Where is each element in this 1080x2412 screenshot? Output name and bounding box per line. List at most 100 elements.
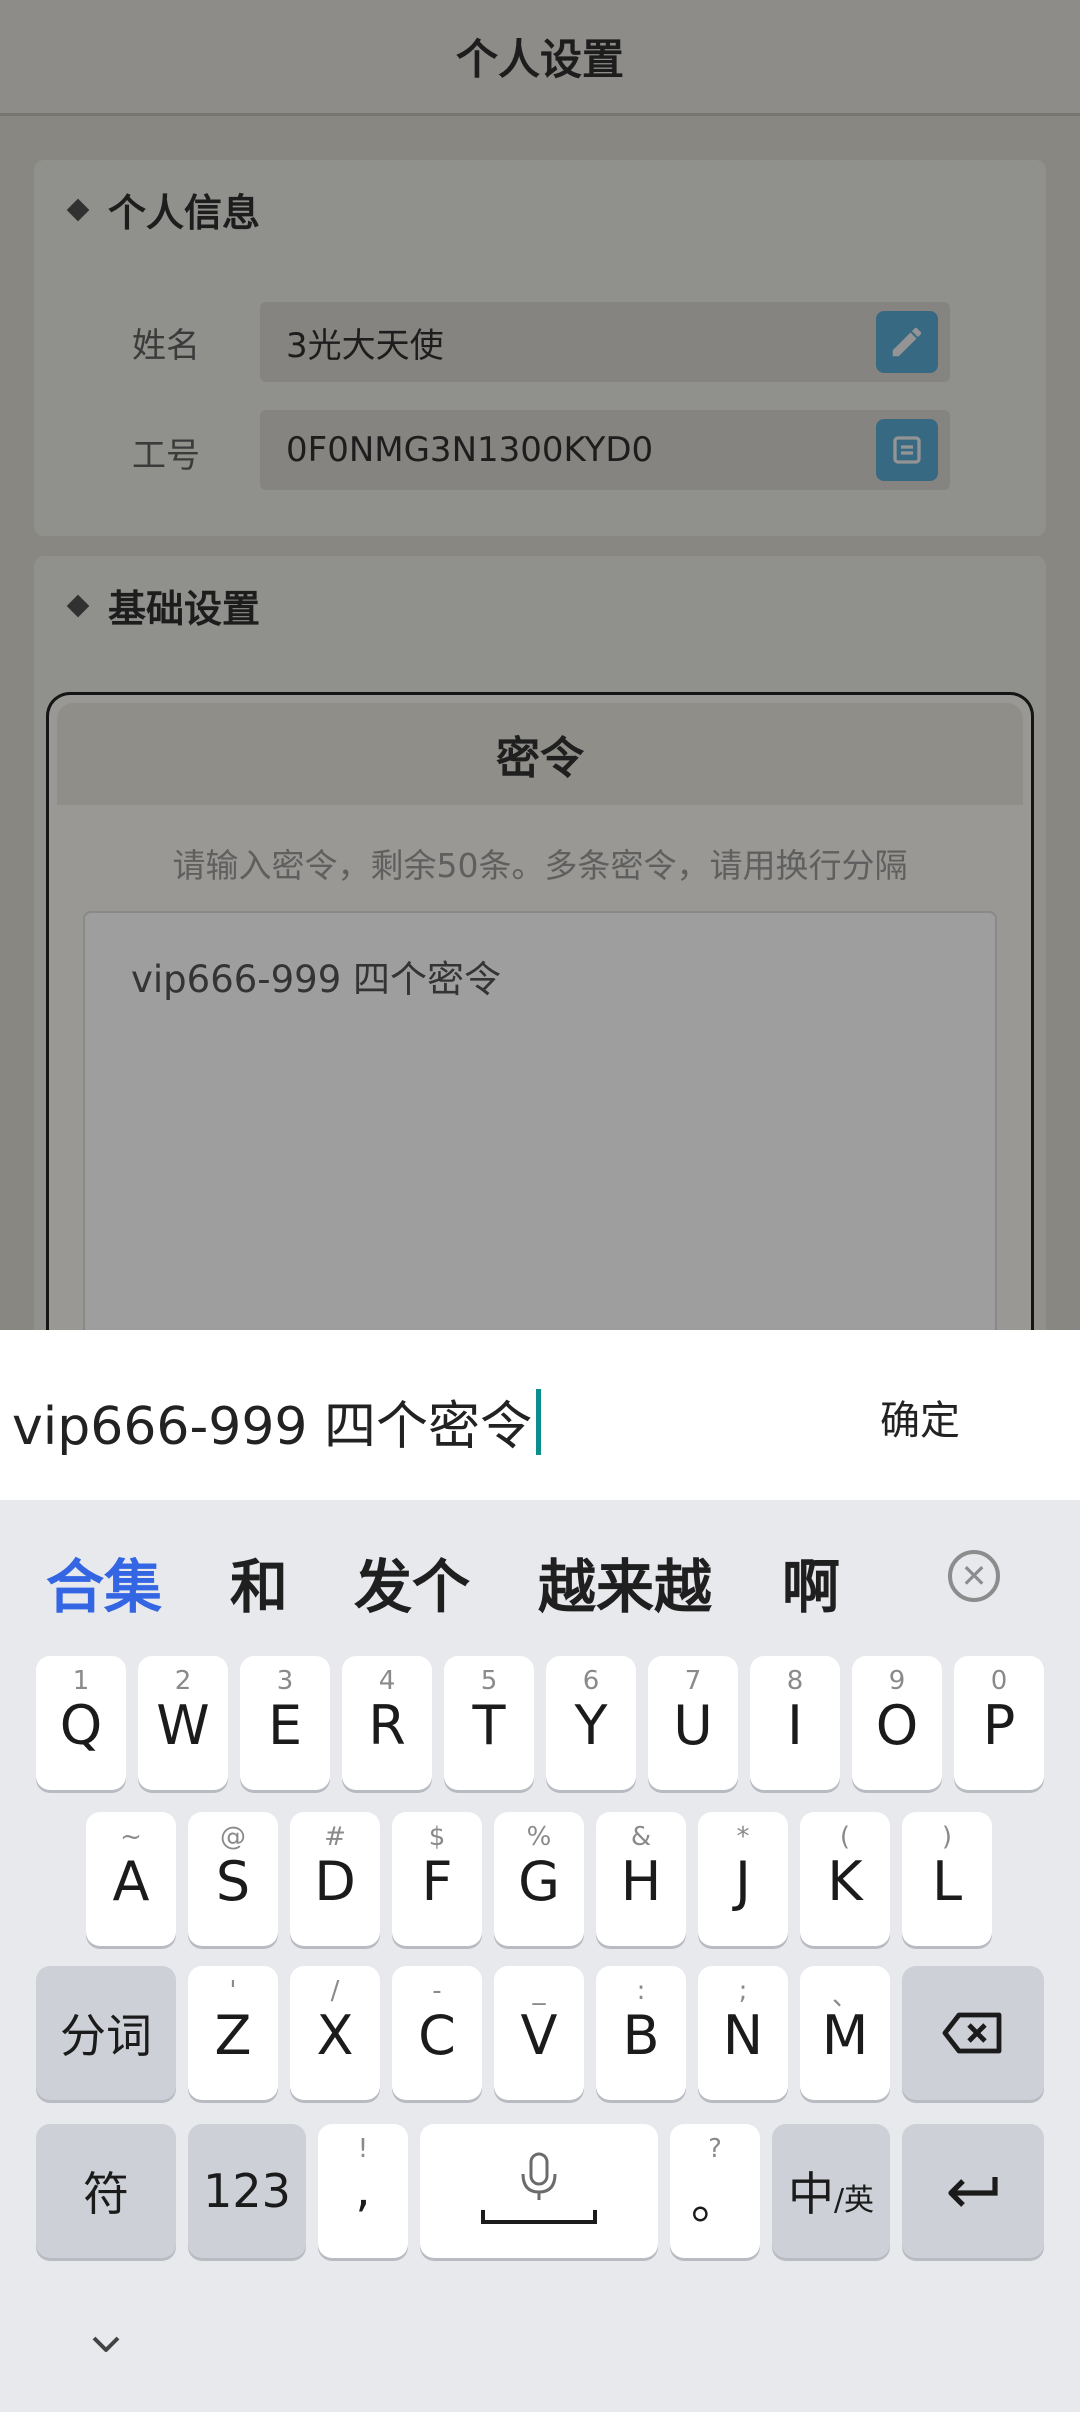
key-h[interactable]: & H: [596, 1812, 686, 1946]
key-label: J: [735, 1850, 751, 1913]
key-f[interactable]: $ F: [392, 1812, 482, 1946]
language-switch-key[interactable]: 中/英: [772, 2124, 890, 2258]
key-label: C: [418, 2004, 456, 2067]
ime-input-bar: vip666-999 四个密令 确定: [0, 1330, 1080, 1500]
key-hint: $: [428, 1822, 446, 1852]
key-d[interactable]: # D: [290, 1812, 380, 1946]
key-hint: 4: [378, 1666, 396, 1696]
key-hint: 1: [72, 1666, 90, 1696]
candidate-word[interactable]: 发个: [354, 1540, 470, 1624]
key-s[interactable]: @ S: [188, 1812, 278, 1946]
candidate-word[interactable]: 越来越: [538, 1540, 712, 1624]
key-x[interactable]: / X: [290, 1966, 380, 2100]
period-key-label: 。: [690, 2174, 739, 2230]
key-label: M: [821, 2004, 869, 2067]
candidate-word[interactable]: 啊: [782, 1540, 840, 1624]
segment-key-label: 分词: [60, 2009, 152, 2063]
key-hint: 2: [174, 1666, 192, 1696]
key-hint: 0: [990, 1666, 1008, 1696]
key-t[interactable]: 5T: [444, 1656, 534, 1790]
key-a[interactable]: ~ A: [86, 1812, 176, 1946]
key-hint: ): [941, 1822, 953, 1852]
key-label: W: [156, 1694, 210, 1757]
key-label: V: [520, 2004, 558, 2067]
backspace-icon: [902, 1966, 1044, 2100]
backspace-key[interactable]: [902, 1966, 1044, 2100]
soft-keyboard: 合集 和 发个 越来越 啊 ✕ 1Q2W3E4R5T6Y7U8I9O0P ~ A @…: [0, 1500, 1080, 2412]
ime-input-value: vip666-999 四个密令: [12, 1397, 533, 1457]
key-hint: @: [220, 1822, 246, 1852]
key-z[interactable]: ' Z: [188, 1966, 278, 2100]
key-hint: %: [526, 1822, 552, 1852]
space-key[interactable]: [420, 2124, 658, 2258]
key-k[interactable]: (K: [800, 1812, 890, 1946]
key-label: L: [931, 1850, 963, 1913]
key-y[interactable]: 6Y: [546, 1656, 636, 1790]
key-v[interactable]: _ V: [494, 1966, 584, 2100]
key-hint: _: [532, 1976, 546, 2006]
key-hint: /: [330, 1976, 340, 2006]
period-key-hint: ?: [708, 2134, 722, 2164]
key-hint: 9: [888, 1666, 906, 1696]
key-hint: ': [229, 1976, 237, 2006]
key-hint: *: [736, 1822, 750, 1852]
key-r[interactable]: 4R: [342, 1656, 432, 1790]
key-q[interactable]: 1Q: [36, 1656, 126, 1790]
language-sub-label: /英: [833, 2183, 875, 2218]
key-hint: 5: [480, 1666, 498, 1696]
key-w[interactable]: 2W: [138, 1656, 228, 1790]
key-m[interactable]: 、 M: [800, 1966, 890, 2100]
key-p[interactable]: 0P: [954, 1656, 1044, 1790]
candidate-word[interactable]: 和: [230, 1540, 288, 1624]
language-switch-label: 中/英: [772, 2124, 890, 2258]
symbol-key-label: 符: [83, 2167, 129, 2221]
key-label: N: [722, 2004, 764, 2067]
ime-input-field[interactable]: vip666-999 四个密令: [12, 1384, 542, 1459]
key-hint: 3: [276, 1666, 294, 1696]
key-label: D: [314, 1850, 356, 1913]
key-g[interactable]: % G: [494, 1812, 584, 1946]
key-hint: #: [324, 1822, 346, 1852]
key-label: A: [112, 1850, 150, 1913]
symbol-key[interactable]: 符: [36, 2124, 176, 2258]
number-key-label: 123: [203, 2164, 291, 2218]
key-n[interactable]: ; N: [698, 1966, 788, 2100]
key-label: T: [472, 1694, 506, 1757]
key-label: P: [982, 1694, 1016, 1757]
enter-icon: [902, 2124, 1044, 2258]
segment-key[interactable]: 分词: [36, 1966, 176, 2100]
comma-key-hint: !: [357, 2134, 369, 2164]
period-key[interactable]: ? 。: [670, 2124, 760, 2258]
language-main-label: 中: [787, 2167, 834, 2221]
key-e[interactable]: 3E: [240, 1656, 330, 1790]
key-label: U: [673, 1694, 713, 1757]
key-hint: -: [432, 1976, 442, 2006]
key-hint: ~: [120, 1822, 142, 1852]
key-label: Z: [214, 2004, 252, 2067]
key-hint: ;: [738, 1976, 748, 2006]
key-c[interactable]: -C: [392, 1966, 482, 2100]
key-l[interactable]: ) L: [902, 1812, 992, 1946]
comma-key[interactable]: ! ,: [318, 2124, 408, 2258]
number-key[interactable]: 123: [188, 2124, 306, 2258]
confirm-button[interactable]: 确定: [880, 1388, 960, 1446]
close-circle-icon[interactable]: ✕: [948, 1550, 1000, 1602]
key-label: R: [368, 1694, 406, 1757]
key-hint: 6: [582, 1666, 600, 1696]
enter-key[interactable]: [902, 2124, 1044, 2258]
key-label: S: [215, 1850, 251, 1913]
microphone-icon: [420, 2124, 658, 2258]
key-o[interactable]: 9O: [852, 1656, 942, 1790]
text-caret: [536, 1388, 542, 1455]
candidate-word[interactable]: 合集: [46, 1540, 162, 1624]
key-u[interactable]: 7U: [648, 1656, 738, 1790]
key-label: B: [622, 2004, 660, 2067]
chevron-down-icon[interactable]: [86, 2324, 126, 2364]
key-label: Q: [59, 1694, 103, 1757]
key-j[interactable]: * J: [698, 1812, 788, 1946]
key-i[interactable]: 8I: [750, 1656, 840, 1790]
key-hint: &: [630, 1822, 652, 1852]
key-label: I: [787, 1694, 803, 1757]
key-hint: 8: [786, 1666, 804, 1696]
key-b[interactable]: :B: [596, 1966, 686, 2100]
